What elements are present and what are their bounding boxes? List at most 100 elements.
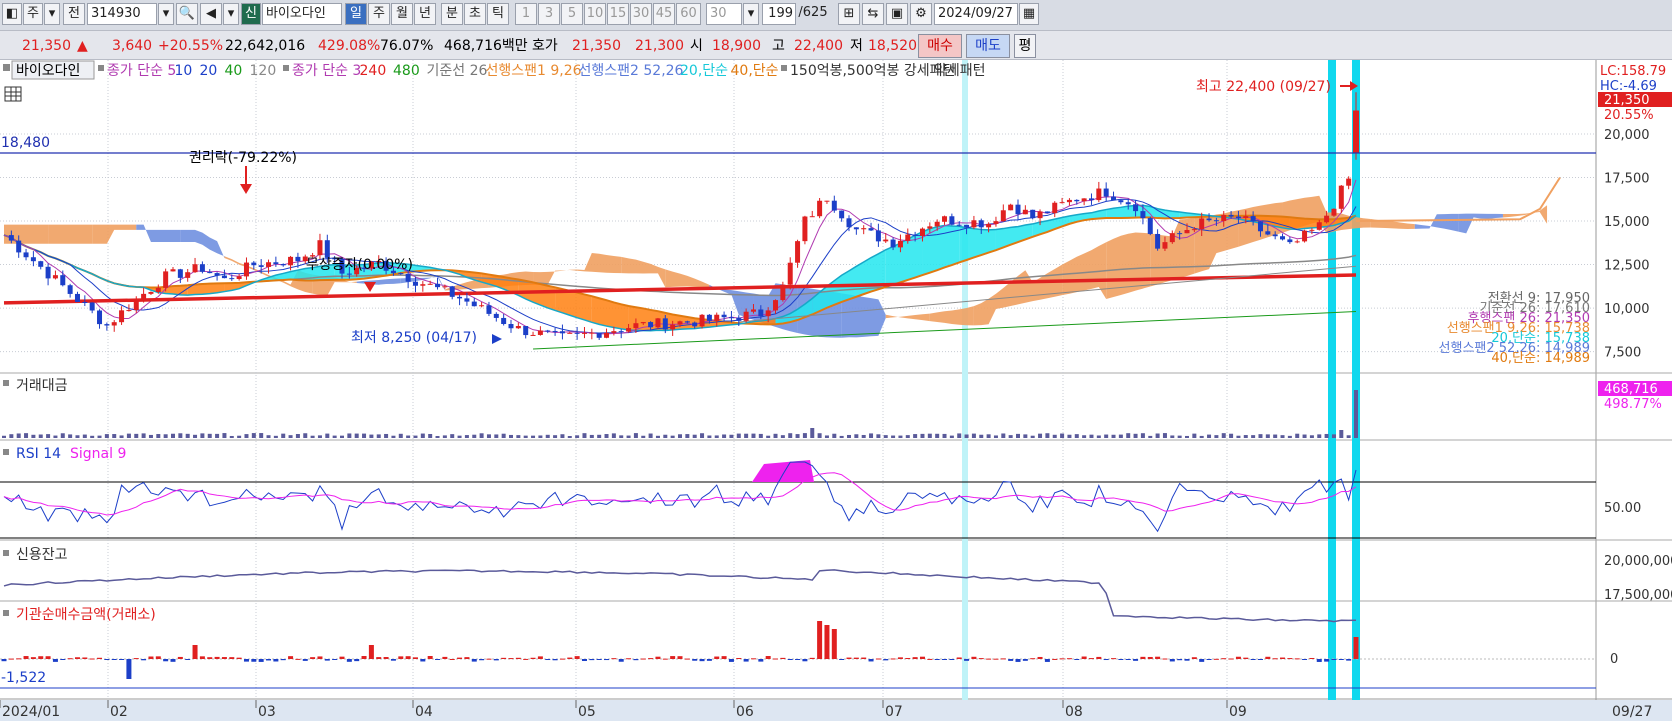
chart-type-icon[interactable]: ◧ (2, 3, 22, 25)
candle (317, 240, 323, 256)
highlight-band (962, 60, 968, 700)
inst-bar (501, 657, 507, 659)
candle (567, 332, 573, 334)
candle (501, 317, 507, 325)
amount-bar (104, 434, 109, 438)
highlight-band (1328, 60, 1336, 700)
candle (787, 262, 793, 285)
prev-button[interactable]: 전 (63, 3, 85, 25)
date-tick: 04 (415, 704, 433, 720)
stock-code-input[interactable]: 314930 (87, 3, 157, 25)
amount-bar (1317, 434, 1322, 438)
amount-bar (751, 433, 756, 438)
interval-45-button[interactable]: 45 (653, 3, 675, 25)
speaker-icon[interactable]: ◀ (200, 3, 222, 25)
period-week-tab[interactable]: 주 (368, 3, 390, 25)
candle (581, 332, 587, 334)
inst-bar (677, 656, 683, 659)
amount-bar (185, 433, 190, 438)
inst-bar (295, 658, 301, 660)
amount-bar (442, 435, 447, 438)
amount-bar (222, 433, 227, 438)
inst-value: -1,522 (1, 670, 46, 686)
legend-box-icon (3, 64, 10, 71)
interval-30-button[interactable]: 30 (630, 3, 652, 25)
amount-bar (1096, 435, 1101, 438)
stock-chart[interactable]: 바이오다인 종가 단순 510 20 40 120 종가 단순 3240 480 기준선 2… (0, 60, 1672, 721)
inst-bar (523, 658, 529, 660)
candle (412, 281, 418, 286)
interval-dropdown-icon[interactable]: ▾ (743, 3, 759, 25)
interval-5-button[interactable]: 5 (561, 3, 583, 25)
sell-button[interactable]: 매도 (966, 34, 1010, 58)
inst-bar (1346, 659, 1352, 661)
market-dropdown-icon[interactable]: ▾ (44, 3, 60, 25)
interval-60-button[interactable]: 60 (676, 3, 701, 25)
interval-1-button[interactable]: 1 (515, 3, 537, 25)
amount-bar (340, 435, 344, 438)
save-icon[interactable]: ▣ (886, 3, 908, 25)
amount-bar (362, 433, 367, 438)
candle (288, 256, 294, 266)
inst-bar (390, 659, 396, 661)
inst-bar (383, 657, 389, 659)
amount-bar (494, 434, 499, 438)
market-select[interactable]: 주 (23, 3, 43, 25)
date-input[interactable]: 2024/09/27 (934, 3, 1018, 25)
table-toggle-icon[interactable] (4, 86, 22, 102)
interval-15-button[interactable]: 15 (607, 3, 629, 25)
amount-bar (200, 433, 205, 438)
amount-bar (420, 433, 425, 438)
amount-value: 468,716 (1604, 382, 1658, 397)
amount-bar (303, 433, 308, 438)
amount-bar (1074, 434, 1079, 438)
layout-icon[interactable]: ⊞ (838, 3, 860, 25)
candle (1184, 230, 1190, 234)
period-month-tab[interactable]: 월 (391, 3, 413, 25)
period-minute-tab[interactable]: 분 (441, 3, 463, 25)
inst-bar (706, 659, 712, 661)
compare-icon[interactable]: ⇆ (862, 3, 884, 25)
candle (875, 230, 881, 242)
interval-3-button[interactable]: 3 (538, 3, 560, 25)
period-year-tab[interactable]: 년 (414, 3, 436, 25)
inst-bar (1140, 656, 1146, 659)
inst-bar (559, 658, 565, 660)
interval-input[interactable]: 30 (706, 3, 742, 25)
buy-button[interactable]: 매수 (918, 34, 962, 58)
stock-name-field[interactable]: 바이오다인 (262, 3, 342, 25)
inst-bar (1206, 659, 1212, 660)
inst-bar (155, 656, 161, 659)
code-dropdown-icon[interactable]: ▾ (158, 3, 174, 25)
inst-bar (964, 659, 970, 661)
amount-bar (354, 433, 359, 438)
speaker-dropdown-icon[interactable]: ▾ (223, 3, 239, 25)
inst-bar (574, 656, 580, 659)
inst-bar (310, 657, 316, 659)
eval-button[interactable]: 평 (1014, 34, 1036, 58)
amount-bar (824, 435, 829, 438)
period-tick-tab[interactable]: 틱 (487, 3, 509, 25)
inst-bar (332, 659, 338, 660)
candle (133, 298, 139, 311)
period-second-tab[interactable]: 초 (464, 3, 486, 25)
calendar-icon[interactable]: ▦ (1019, 3, 1039, 25)
candle (1346, 178, 1352, 186)
candle (207, 271, 213, 274)
inst-bar (567, 657, 573, 659)
candle (493, 313, 499, 318)
interval-10-button[interactable]: 10 (584, 3, 606, 25)
period-day-tab[interactable]: 일 (345, 3, 367, 25)
inst-bar (339, 656, 345, 659)
search-icon[interactable]: 🔍 (176, 3, 198, 25)
candle (1074, 199, 1080, 202)
gear-icon[interactable]: ⚙ (910, 3, 932, 25)
candle (545, 330, 551, 332)
date-tick: 05 (578, 704, 596, 720)
candle (861, 228, 867, 230)
candle (662, 318, 668, 330)
chart-area[interactable]: 바이오다인 종가 단순 5 10 20 40 120 종가 단순 3 240 480 기준선 2… (0, 60, 1672, 721)
count-input[interactable]: 199 (762, 3, 796, 25)
candle (1338, 185, 1344, 209)
price-tick: 20,000 (1604, 128, 1650, 143)
